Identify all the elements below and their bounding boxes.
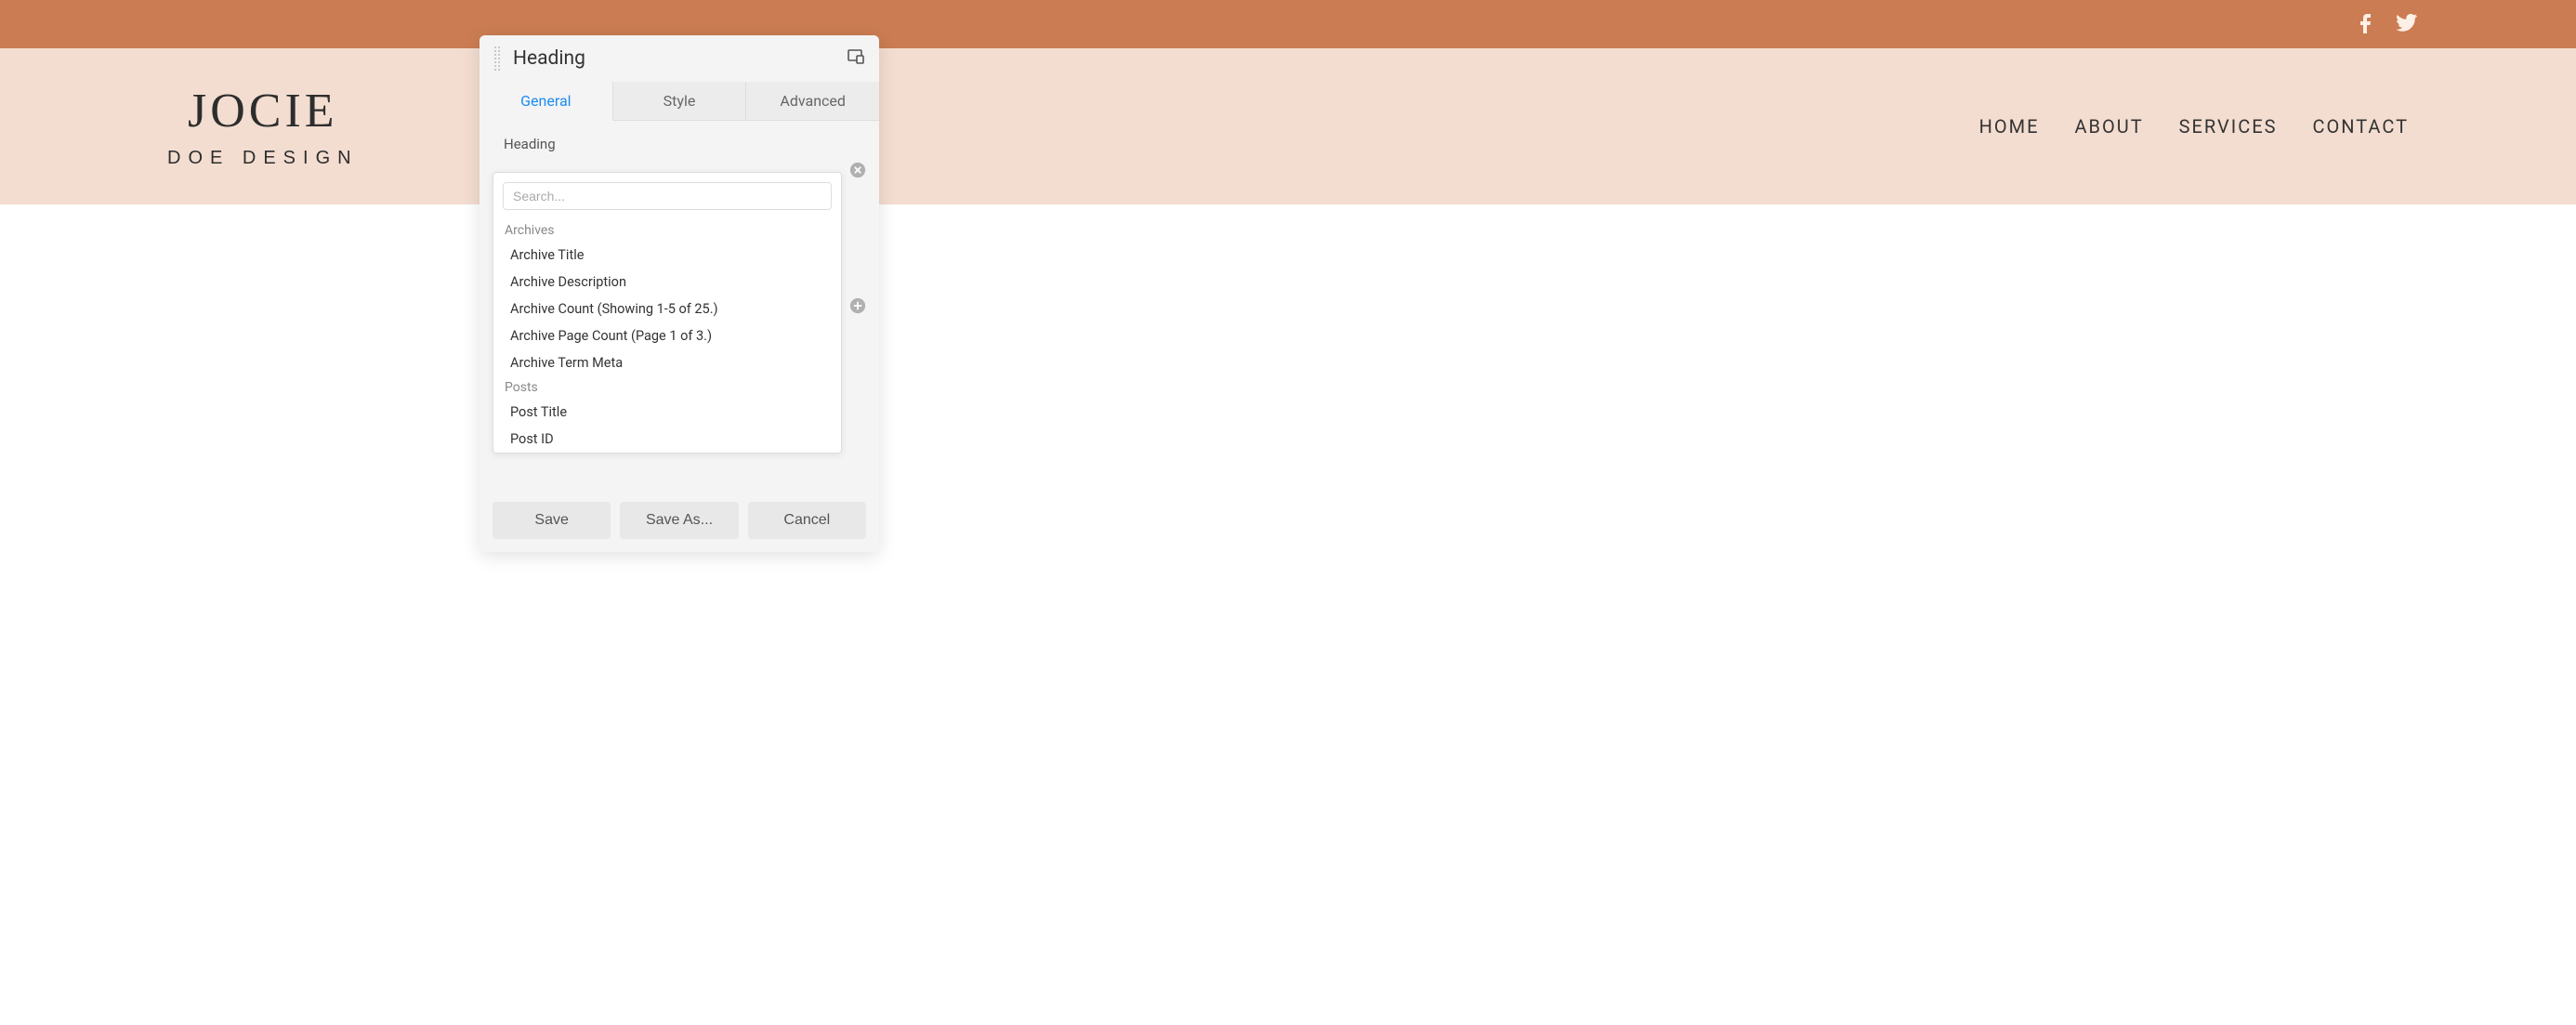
disconnect-icon[interactable] [849, 162, 866, 182]
site-header: JOCIE DOE DESIGN HOME ABOUT SERVICES CON… [0, 48, 2576, 204]
dropdown-item-archive-description[interactable]: Archive Description [493, 269, 841, 296]
modal-footer: Save Save As... Cancel [480, 493, 879, 552]
modal-header[interactable]: Heading [480, 35, 879, 82]
field-connection-dropdown: Archives Archive Title Archive Descripti… [493, 172, 842, 453]
save-as-button[interactable]: Save As... [620, 502, 738, 539]
tab-style[interactable]: Style [613, 82, 747, 120]
dropdown-group-archives: Archives [493, 219, 841, 242]
search-input[interactable] [503, 182, 832, 210]
save-button[interactable]: Save [493, 502, 611, 539]
tab-general[interactable]: General [480, 82, 613, 121]
nav-contact[interactable]: CONTACT [2312, 115, 2409, 138]
nav-services[interactable]: SERVICES [2179, 115, 2278, 138]
dropdown-group-posts: Posts [493, 376, 841, 399]
twitter-icon[interactable] [2396, 11, 2418, 37]
dropdown-item-archive-page-count[interactable]: Archive Page Count (Page 1 of 3.) [493, 322, 841, 349]
modal-body: Heading Archives Archive Title Archive D… [480, 121, 879, 493]
drag-handle-icon[interactable] [494, 45, 500, 72]
heading-settings-modal: Heading General Style Advanced Heading [480, 35, 879, 552]
tab-advanced[interactable]: Advanced [746, 82, 879, 120]
logo[interactable]: JOCIE DOE DESIGN [167, 84, 359, 169]
nav-about[interactable]: ABOUT [2074, 115, 2143, 138]
dropdown-item-archive-term-meta[interactable]: Archive Term Meta [493, 349, 841, 376]
modal-tabs: General Style Advanced [480, 82, 879, 121]
dropdown-item-archive-title[interactable]: Archive Title [493, 242, 841, 269]
cancel-button[interactable]: Cancel [748, 502, 866, 539]
nav-home[interactable]: HOME [1979, 115, 2040, 138]
modal-title: Heading [513, 47, 835, 70]
dropdown-item-post-id[interactable]: Post ID [493, 426, 841, 453]
dropdown-item-post-title[interactable]: Post Title [493, 399, 841, 426]
dropdown-item-archive-count[interactable]: Archive Count (Showing 1-5 of 25.) [493, 296, 841, 322]
logo-title: JOCIE [188, 84, 338, 138]
responsive-toggle-icon[interactable] [848, 49, 864, 68]
main-nav: HOME ABOUT SERVICES CONTACT [1979, 115, 2409, 138]
logo-subtitle: DOE DESIGN [167, 148, 359, 169]
top-social-bar [0, 0, 2576, 48]
heading-field-label: Heading [493, 136, 866, 152]
facebook-icon[interactable] [2355, 11, 2377, 37]
add-connection-icon[interactable] [849, 300, 866, 318]
